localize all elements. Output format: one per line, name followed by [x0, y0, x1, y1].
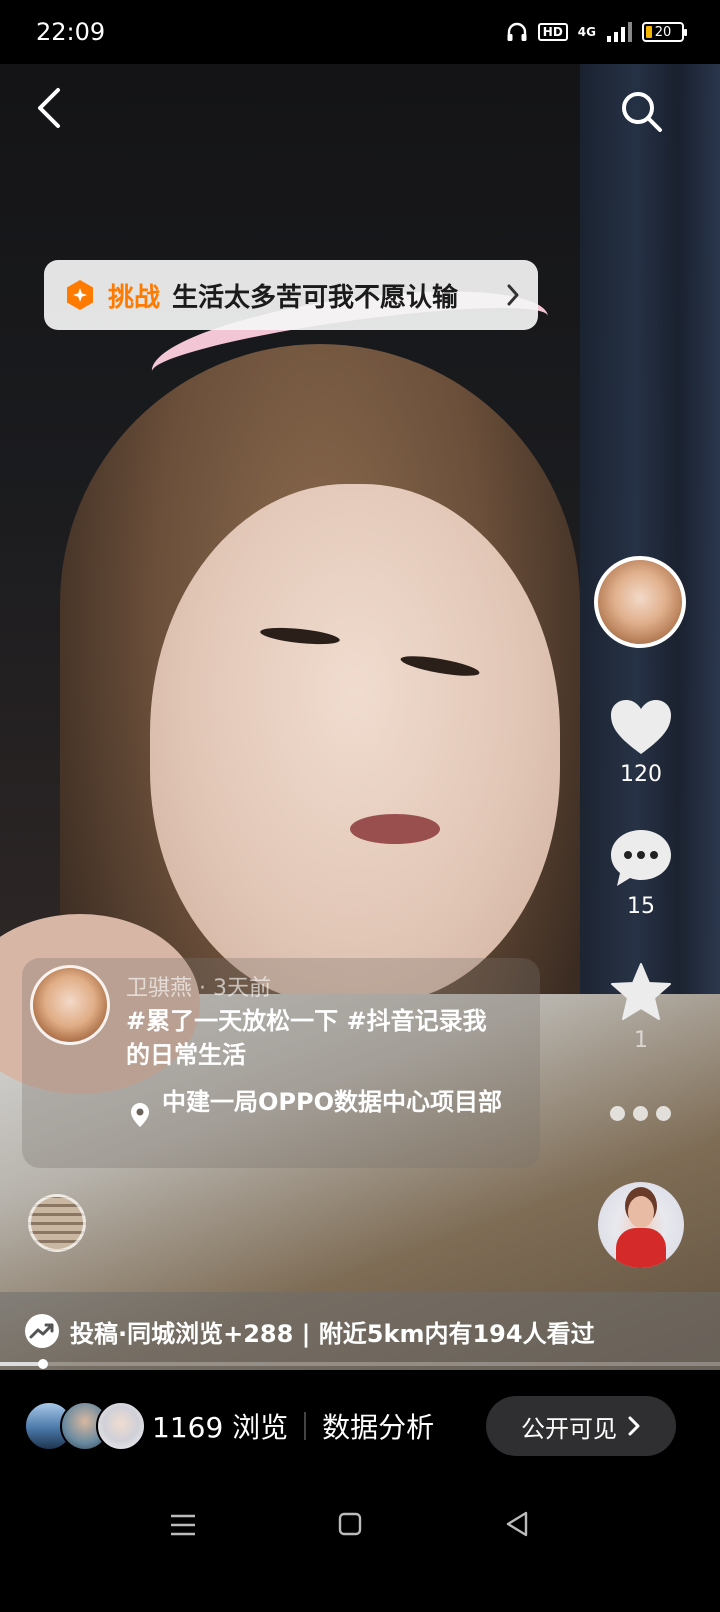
challenge-tag: 挑战 — [108, 282, 161, 313]
like-button[interactable]: 120 — [600, 698, 682, 787]
network-type: 4G — [577, 25, 596, 39]
video-eye-right — [399, 652, 481, 680]
playback-progress[interactable] — [0, 1359, 720, 1369]
battery-level — [646, 26, 652, 38]
status-icons: HD 4G 20 — [506, 22, 687, 42]
creator-avatar[interactable] — [594, 556, 686, 648]
disc-figure-dress — [616, 1228, 666, 1268]
comment-icon — [611, 830, 671, 886]
status-time: 22:09 — [36, 18, 106, 46]
like-count: 120 — [620, 762, 662, 787]
location-text[interactable]: 中建一局OPPO数据中心项目部 — [162, 1084, 522, 1120]
disc-figure-head — [628, 1196, 654, 1228]
more-options-button[interactable] — [610, 1106, 671, 1121]
related-thumbnail[interactable] — [28, 1194, 86, 1252]
viewer-avatars[interactable] — [24, 1401, 146, 1451]
home-square-icon[interactable] — [338, 1512, 362, 1536]
chevron-left-icon — [38, 88, 60, 128]
author-line[interactable]: 卫骐燕 · 3天前 — [126, 970, 271, 1002]
music-disc[interactable] — [598, 1182, 684, 1268]
battery-level-text: 20 — [654, 24, 672, 40]
heart-icon — [611, 700, 671, 754]
search-button[interactable] — [618, 88, 664, 134]
challenge-banner[interactable]: 挑战 生活太多苦可我不愿认输 — [44, 260, 538, 330]
back-triangle-icon[interactable] — [504, 1510, 530, 1538]
video-lips — [350, 814, 440, 844]
headphones-icon — [507, 22, 527, 41]
comment-button[interactable]: 15 — [600, 828, 682, 919]
battery-icon: 20 — [642, 22, 687, 42]
views-count[interactable]: 1169 浏览 — [152, 1406, 288, 1446]
video-subject-face — [150, 484, 560, 1004]
stats-bar[interactable]: 投稿·同城浏览+288 | 附近5km内有194人看过 — [0, 1292, 720, 1370]
menu-icon[interactable] — [170, 1512, 196, 1538]
more-dot — [656, 1106, 671, 1121]
analytics-button[interactable]: 数据分析 — [322, 1406, 434, 1446]
signal-icon — [607, 22, 632, 42]
post-caption[interactable]: #累了一天放松一下 #抖音记录我的日常生活 — [126, 1004, 506, 1072]
video-eye-left — [259, 624, 341, 648]
more-dot — [633, 1106, 648, 1121]
chevron-right-icon — [628, 1416, 640, 1436]
challenge-icon — [67, 280, 93, 310]
visibility-button[interactable]: 公开可见 — [486, 1396, 676, 1456]
star-icon — [611, 963, 671, 1020]
search-icon — [622, 92, 662, 132]
playback-progress-fill — [0, 1362, 44, 1366]
status-bar: 22:09 HD 4G 20 — [0, 0, 720, 64]
hd-badge: HD — [537, 23, 568, 41]
challenge-text: 生活太多苦可我不愿认输 — [172, 282, 459, 313]
location-pin-icon — [131, 1103, 149, 1127]
author-avatar[interactable] — [30, 965, 110, 1045]
viewer-avatar — [96, 1401, 146, 1451]
chevron-right-icon — [507, 284, 519, 306]
more-dot — [610, 1106, 625, 1121]
bottom-divider — [304, 1412, 307, 1440]
stats-text: 投稿·同城浏览+288 | 附近5km内有194人看过 — [70, 1319, 595, 1348]
back-button[interactable] — [30, 86, 70, 130]
visibility-label: 公开可见 — [521, 1414, 617, 1443]
trend-up-icon — [25, 1314, 59, 1348]
favorite-count: 1 — [634, 1028, 648, 1053]
favorite-button[interactable]: 1 — [600, 962, 682, 1053]
system-nav-bar — [0, 1482, 720, 1612]
comment-count: 15 — [627, 894, 655, 919]
